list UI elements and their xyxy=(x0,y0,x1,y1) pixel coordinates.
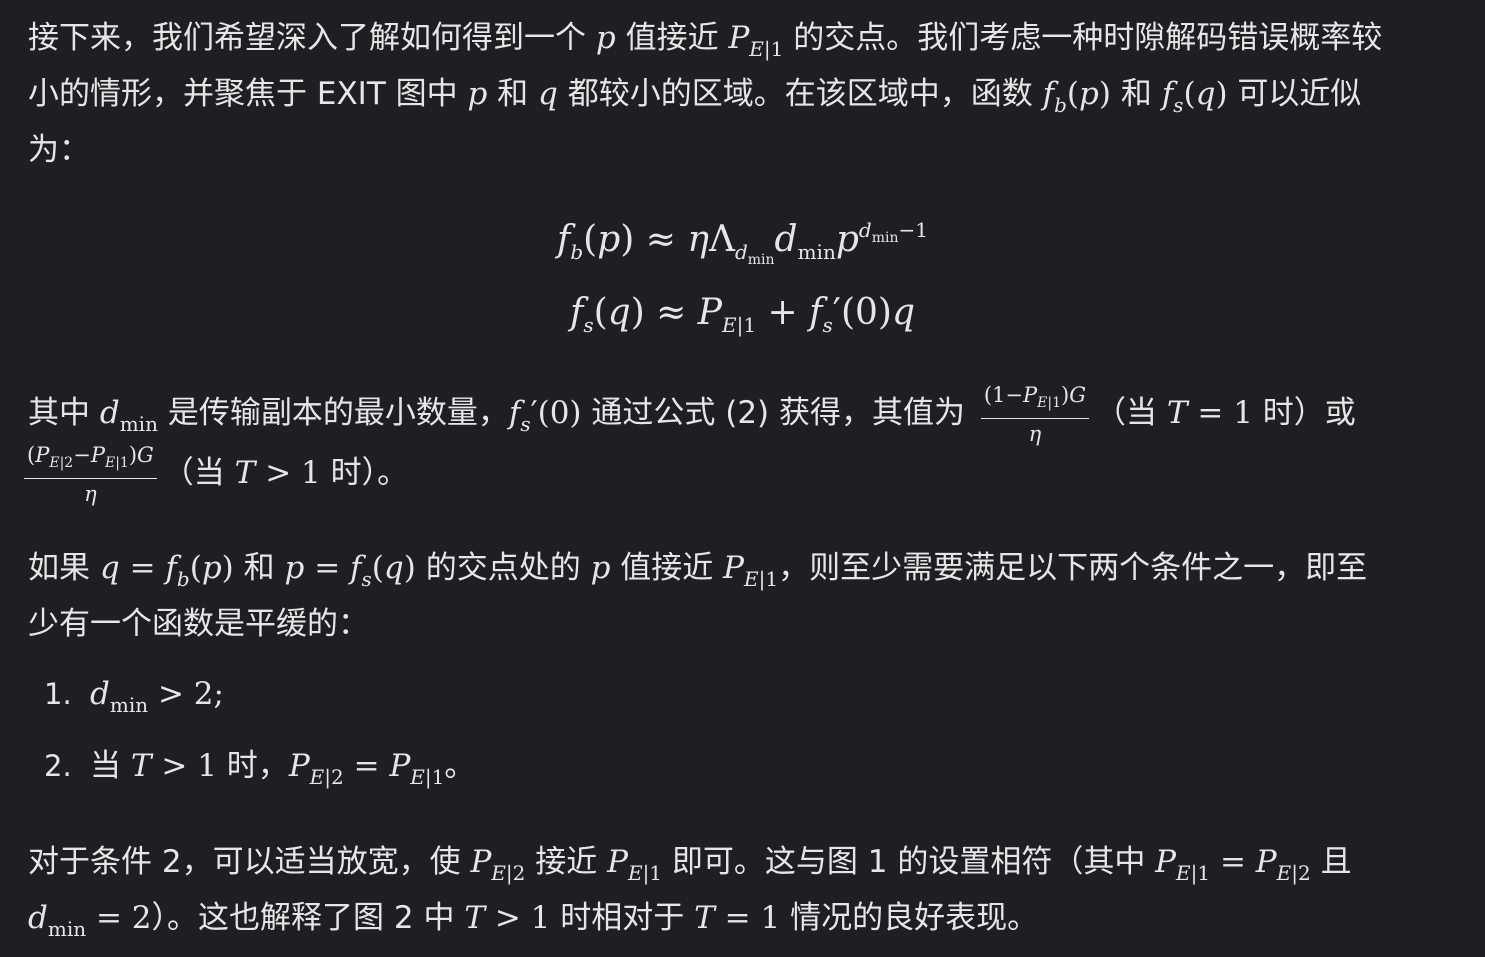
text: 和 xyxy=(487,76,539,112)
text: （当 xyxy=(162,455,235,491)
text: 值接近 xyxy=(615,20,729,56)
math-T-eq-1: T = 1 xyxy=(694,900,781,936)
text: 情况的良好表现。 xyxy=(780,900,1039,936)
text: ，则至少需要满足以下两个条件之一，即至 xyxy=(778,550,1368,586)
math-dmin: dmin xyxy=(99,395,158,436)
text: 少有一个函数是平缓的： xyxy=(28,606,369,642)
math-dmin-gt-2: dmin > 2; xyxy=(90,676,224,717)
text: 且 xyxy=(1310,844,1352,880)
math-dmin-eq-2: dmin = 2 xyxy=(28,900,152,941)
text: 时， xyxy=(216,748,289,784)
text: 。 xyxy=(444,748,476,784)
text: 时相对于 xyxy=(550,900,695,936)
paragraph-where-line-2: (PE|2−PE|1)G η （当 T > 1 时）。 xyxy=(24,440,1454,509)
text: 即可。这与图 1 的设置相符（其中 xyxy=(662,844,1156,880)
text: 为： xyxy=(28,132,90,168)
text: 当 xyxy=(90,748,131,784)
math-q-eq-fb: q = fb(p) xyxy=(99,550,234,591)
math-PE1: PE|1 xyxy=(607,844,663,885)
math-T-eq-1: T = 1 xyxy=(1166,395,1253,431)
paragraph-intro-line-3: 为： xyxy=(28,122,1458,178)
list-number: 2. xyxy=(44,749,72,783)
text: 的交点。我们考虑一种时隙解码错误概率较 xyxy=(783,20,1383,56)
equation-fb: fb(p) ≈ ηΛdmindminpdmin−1 xyxy=(557,218,928,268)
text: 可以近似 xyxy=(1227,76,1362,112)
fraction-T-gt-1: (PE|2−PE|1)G η xyxy=(24,440,157,509)
math-PE2-eq-PE1: PE|2 = PE|1 xyxy=(288,748,445,789)
text: 其中 xyxy=(28,395,100,431)
math-PE2: PE|2 xyxy=(470,844,526,885)
document-page: 接下来，我们希望深入了解如何得到一个 p 值接近 PE|1 的交点。我们考虑一种… xyxy=(0,0,1485,957)
text: （当 xyxy=(1095,395,1167,431)
fraction-T1: (1−PE|1)G η xyxy=(980,380,1089,449)
text: 对于条件 2，可以适当放宽，使 xyxy=(28,844,471,880)
text: 小的情形，并聚焦于 EXIT 图中 xyxy=(28,76,468,112)
math-fb-p: fb(p) xyxy=(1042,76,1111,117)
list-number: 1. xyxy=(44,677,72,711)
paragraph-relax-line-2: dmin = 2）。这也解释了图 2 中 T > 1 时相对于 T = 1 情况… xyxy=(28,890,1458,957)
math-fs-q: fs(q) xyxy=(1161,76,1228,117)
math-p-eq-fs: p = fs(q) xyxy=(284,550,416,591)
text: 时）或 xyxy=(1252,395,1356,431)
paragraph-condition-line-2: 少有一个函数是平缓的： xyxy=(28,596,1458,652)
text: 和 xyxy=(1111,76,1162,112)
math-PE1: PE|1 xyxy=(723,550,779,591)
text: 如果 xyxy=(28,550,100,586)
text: 的交点处的 xyxy=(415,550,591,586)
math-PE1: PE|1 xyxy=(728,20,784,61)
text: 和 xyxy=(233,550,285,586)
text: 通过公式 (2) 获得，其值为 xyxy=(581,395,975,431)
math-fs-prime-0: fs′(0) xyxy=(508,395,582,436)
math-p: p xyxy=(595,20,616,56)
math-T-gt-1: T > 1 xyxy=(464,900,551,936)
text: ）。这也解释了图 2 中 xyxy=(151,900,465,936)
list-item: 1. dmin > 2; xyxy=(44,666,224,733)
math-q: q xyxy=(538,76,558,112)
text: 是传输副本的最小数量， xyxy=(157,395,509,431)
math-p: p xyxy=(590,550,611,586)
equation-fs: fs(q) ≈ PE|1 + fs′(0)q xyxy=(570,292,915,337)
text: 值接近 xyxy=(610,550,724,586)
math-T-gt-1: T > 1 xyxy=(234,455,321,491)
text: 时）。 xyxy=(320,455,409,491)
text: 接下来，我们希望深入了解如何得到一个 xyxy=(28,20,596,56)
list-item: 2. 当 T > 1 时，PE|2 = PE|1。 xyxy=(44,738,475,805)
text: 都较小的区域。在该区域中，函数 xyxy=(557,76,1043,112)
text: 接近 xyxy=(525,844,608,880)
math-PE1-eq-PE2: PE|1 = PE|2 xyxy=(1155,844,1311,885)
math-T-gt-1: T > 1 xyxy=(130,748,217,784)
math-p: p xyxy=(467,76,488,112)
